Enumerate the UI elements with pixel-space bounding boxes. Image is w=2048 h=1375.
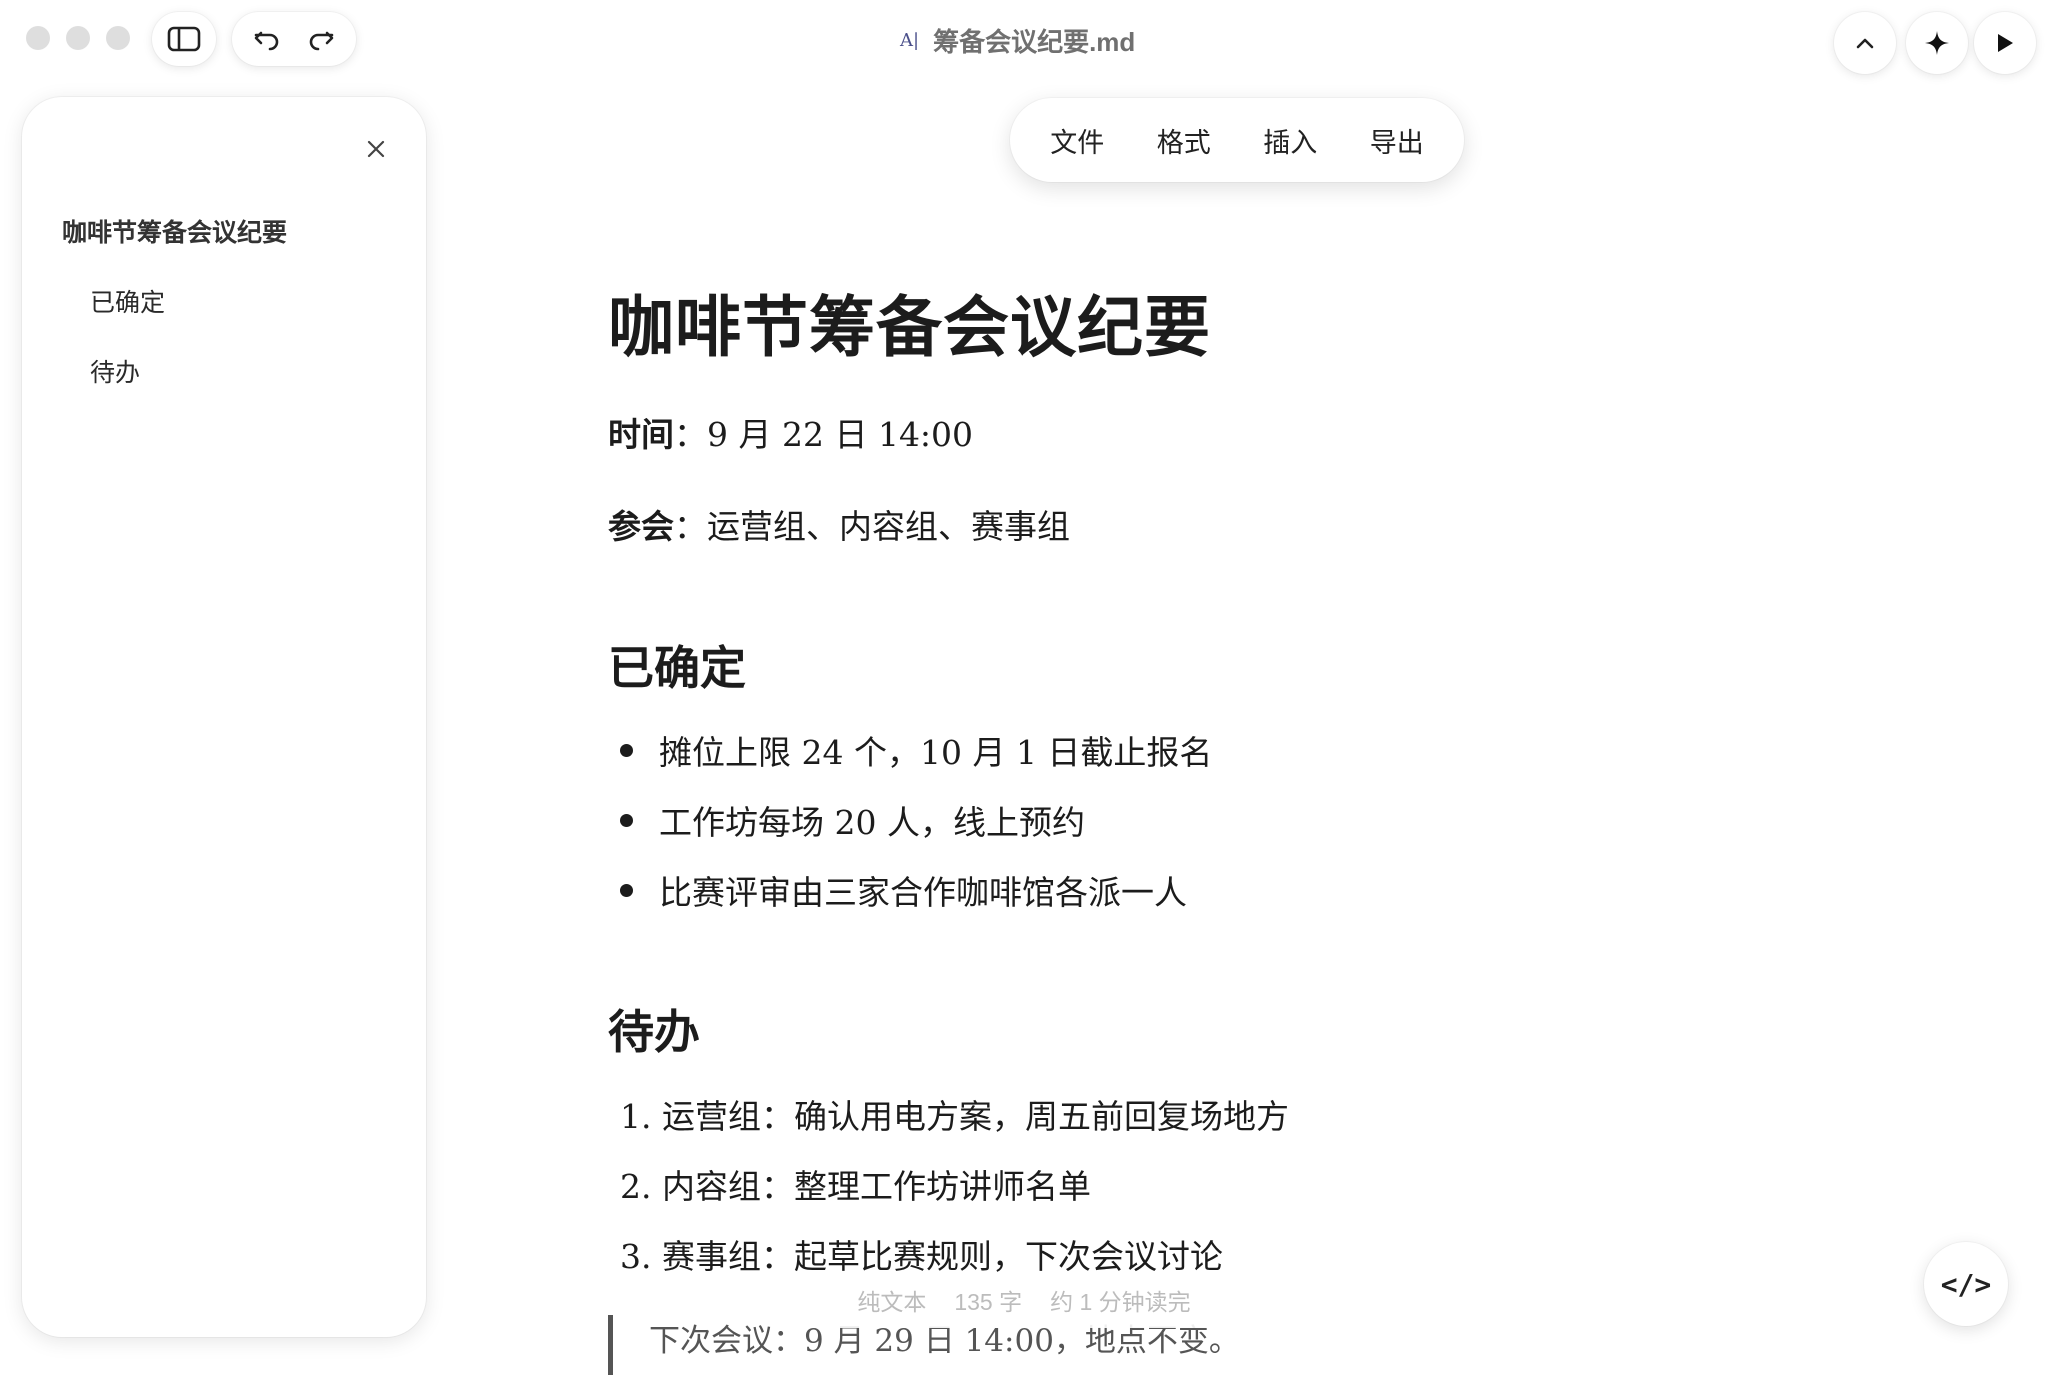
play-icon — [1998, 34, 2013, 52]
undo-button[interactable] — [240, 12, 294, 66]
sparkle-icon — [1925, 31, 1949, 55]
meeting-time-label: 时间 — [608, 415, 674, 454]
list-item: 工作坊每场 20 人，线上预约 — [608, 796, 1085, 844]
meeting-attendees-label: 参会 — [608, 507, 674, 546]
meeting-attendees: 参会：运营组、内容组、赛事组 — [608, 500, 1070, 548]
list-item: 比赛评审由三家合作咖啡馆各派一人 — [608, 866, 1187, 914]
menu-file[interactable]: 文件 — [1038, 115, 1116, 166]
status-word-count: 135 字 — [954, 1289, 1023, 1315]
bullet-icon — [620, 743, 633, 757]
numbered-item: 2. 内容组：整理工作坊讲师名单 — [620, 1167, 1091, 1206]
close-icon — [367, 140, 385, 158]
window-minimize-dot[interactable] — [66, 26, 90, 50]
outline-sidebar: 咖啡节筹备会议纪要 已确定 待办 — [22, 97, 426, 1337]
meeting-time: 时间：9 月 22 日 14:00 — [608, 408, 973, 456]
undo-icon — [254, 31, 279, 51]
bullet-icon — [620, 883, 633, 897]
menu-insert[interactable]: 插入 — [1251, 115, 1329, 166]
outline-item-confirmed[interactable]: 已确定 — [90, 283, 165, 319]
numbered-item: 3. 赛事组：起草比赛规则，下次会议讨论 — [620, 1237, 1223, 1276]
section-heading-todo: 待办 — [608, 1005, 700, 1059]
title-bar: A| 筹备会议纪要.md — [0, 0, 2048, 80]
status-bar: 纯文本 135 字 约 1 分钟读完 — [812, 1272, 1236, 1328]
history-controls — [232, 12, 356, 66]
meeting-attendees-value: ：运营组、内容组、赛事组 — [674, 507, 1070, 546]
collapse-button[interactable] — [1834, 12, 1896, 74]
document-filename: 筹备会议纪要.md — [933, 26, 1136, 57]
numbered-item: 1. 运营组：确认用电方案，周五前回复场地方 — [620, 1097, 1289, 1136]
sidebar-icon — [167, 26, 201, 52]
chevron-up-icon — [1856, 38, 1874, 49]
document-title: A| 筹备会议纪要.md — [900, 22, 1135, 58]
sidebar-close-button[interactable] — [356, 129, 396, 169]
source-code-toggle-button[interactable]: </> — [1924, 1242, 2008, 1326]
status-mode[interactable]: 纯文本 — [857, 1283, 926, 1317]
redo-icon — [309, 31, 334, 51]
status-read-time: 约 1 分钟读完 — [1050, 1289, 1191, 1315]
bullet-icon — [620, 813, 633, 827]
menu-format[interactable]: 格式 — [1145, 115, 1223, 166]
sidebar-toggle-button[interactable] — [152, 12, 216, 66]
outline-item-title[interactable]: 咖啡节筹备会议纪要 — [62, 213, 287, 249]
redo-button[interactable] — [294, 12, 348, 66]
floating-menu-bar: 文件 格式 插入 导出 — [1010, 98, 1464, 182]
ai-assistant-button[interactable] — [1906, 12, 1968, 74]
window-maximize-dot[interactable] — [106, 26, 130, 50]
file-type-badge: A| — [900, 29, 920, 51]
play-button[interactable] — [1974, 12, 2036, 74]
section-heading-confirmed: 已确定 — [608, 641, 746, 695]
window-close-dot[interactable] — [26, 26, 50, 50]
meeting-time-value: ：9 月 22 日 14:00 — [674, 415, 974, 454]
document-heading: 咖啡节筹备会议纪要 — [608, 288, 1211, 366]
outline-item-todo[interactable]: 待办 — [90, 353, 140, 389]
list-item: 摊位上限 24 个，10 月 1 日截止报名 — [608, 726, 1212, 774]
menu-export[interactable]: 导出 — [1358, 115, 1436, 166]
